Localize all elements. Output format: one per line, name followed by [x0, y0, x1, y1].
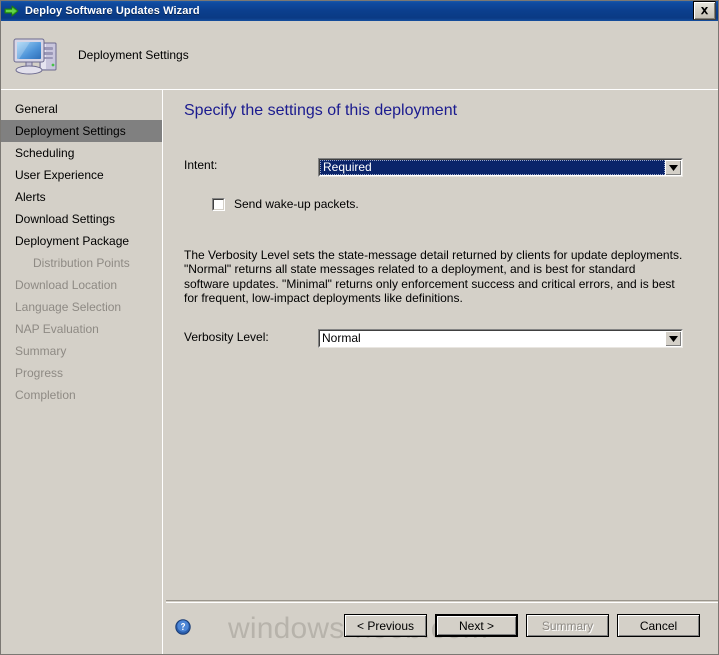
sidebar-item-distribution-points: Distribution Points — [33, 256, 130, 270]
deploy-software-updates-wizard-window: Deploy Software Updates Wizard Deploymen… — [0, 0, 719, 655]
summary-button-label: Summary — [541, 618, 594, 633]
intent-value: Required — [320, 160, 665, 175]
intent-label: Intent: — [184, 158, 218, 172]
sidebar-item-deployment-package[interactable]: Deployment Package — [0, 230, 162, 252]
previous-button[interactable]: < Previous — [344, 614, 427, 637]
send-wakeup-packets-row[interactable]: Send wake-up packets. — [212, 197, 359, 211]
sidebar-item-summary: Summary — [15, 344, 67, 358]
verbosity-label: Verbosity Level: — [184, 330, 269, 344]
next-button[interactable]: Next > — [435, 614, 518, 637]
title-bar: Deploy Software Updates Wizard — [0, 0, 719, 21]
green-arrow-icon — [3, 3, 21, 19]
send-wakeup-packets-label: Send wake-up packets. — [234, 197, 359, 211]
previous-button-label: < Previous — [356, 618, 415, 633]
sidebar-item-user-experience[interactable]: User Experience — [0, 164, 162, 186]
sidebar-item-deployment-settings[interactable]: Deployment Settings — [0, 120, 162, 142]
intent-row: Intent: — [184, 158, 217, 172]
verbosity-value: Normal — [322, 331, 361, 345]
chevron-down-icon[interactable] — [665, 331, 681, 346]
page-title: Specify the settings of this deployment — [184, 102, 458, 119]
sidebar-item-scheduling[interactable]: Scheduling — [0, 142, 162, 164]
wizard-banner: Deployment Settings — [0, 21, 719, 90]
wizard-button-bar: windows-noob.com < Previous Next > Summa… — [166, 602, 719, 655]
verbosity-dropdown[interactable]: Normal — [318, 329, 683, 348]
content-divider — [166, 600, 719, 601]
sidebar-item-alerts[interactable]: Alerts — [0, 186, 162, 208]
wizard-step-sidebar: General Deployment Settings Scheduling User… — [0, 90, 163, 655]
intent-dropdown[interactable]: Required — [318, 158, 683, 177]
sidebar-item-download-location: Download Location — [15, 278, 118, 292]
cancel-button-label: Cancel — [639, 618, 678, 633]
banner-title: Deployment Settings — [78, 48, 189, 62]
sidebar-item-completion: Completion — [15, 388, 76, 402]
next-button-label: Next > — [458, 618, 494, 633]
chevron-down-icon[interactable] — [665, 160, 681, 175]
close-button[interactable] — [693, 1, 716, 20]
verbosity-description: The Verbosity Level sets the state-messa… — [184, 248, 683, 306]
sidebar-item-nap-evaluation: NAP Evaluation — [15, 322, 99, 336]
sidebar-item-download-settings[interactable]: Download Settings — [0, 208, 162, 230]
summary-button: Summary — [526, 614, 609, 637]
sidebar-item-general[interactable]: General — [0, 98, 162, 120]
help-question-icon[interactable] — [175, 619, 191, 635]
cancel-button[interactable]: Cancel — [617, 614, 700, 637]
computer-icon — [10, 31, 64, 79]
window-title: Deploy Software Updates Wizard — [25, 4, 200, 17]
verbosity-row: Verbosity Level: — [184, 330, 269, 344]
sidebar-item-progress: Progress — [15, 366, 64, 380]
sidebar-item-language-selection: Language Selection — [15, 300, 122, 314]
content-pane: Specify the settings of this deployment … — [166, 90, 719, 600]
send-wakeup-packets-checkbox[interactable] — [212, 197, 225, 211]
